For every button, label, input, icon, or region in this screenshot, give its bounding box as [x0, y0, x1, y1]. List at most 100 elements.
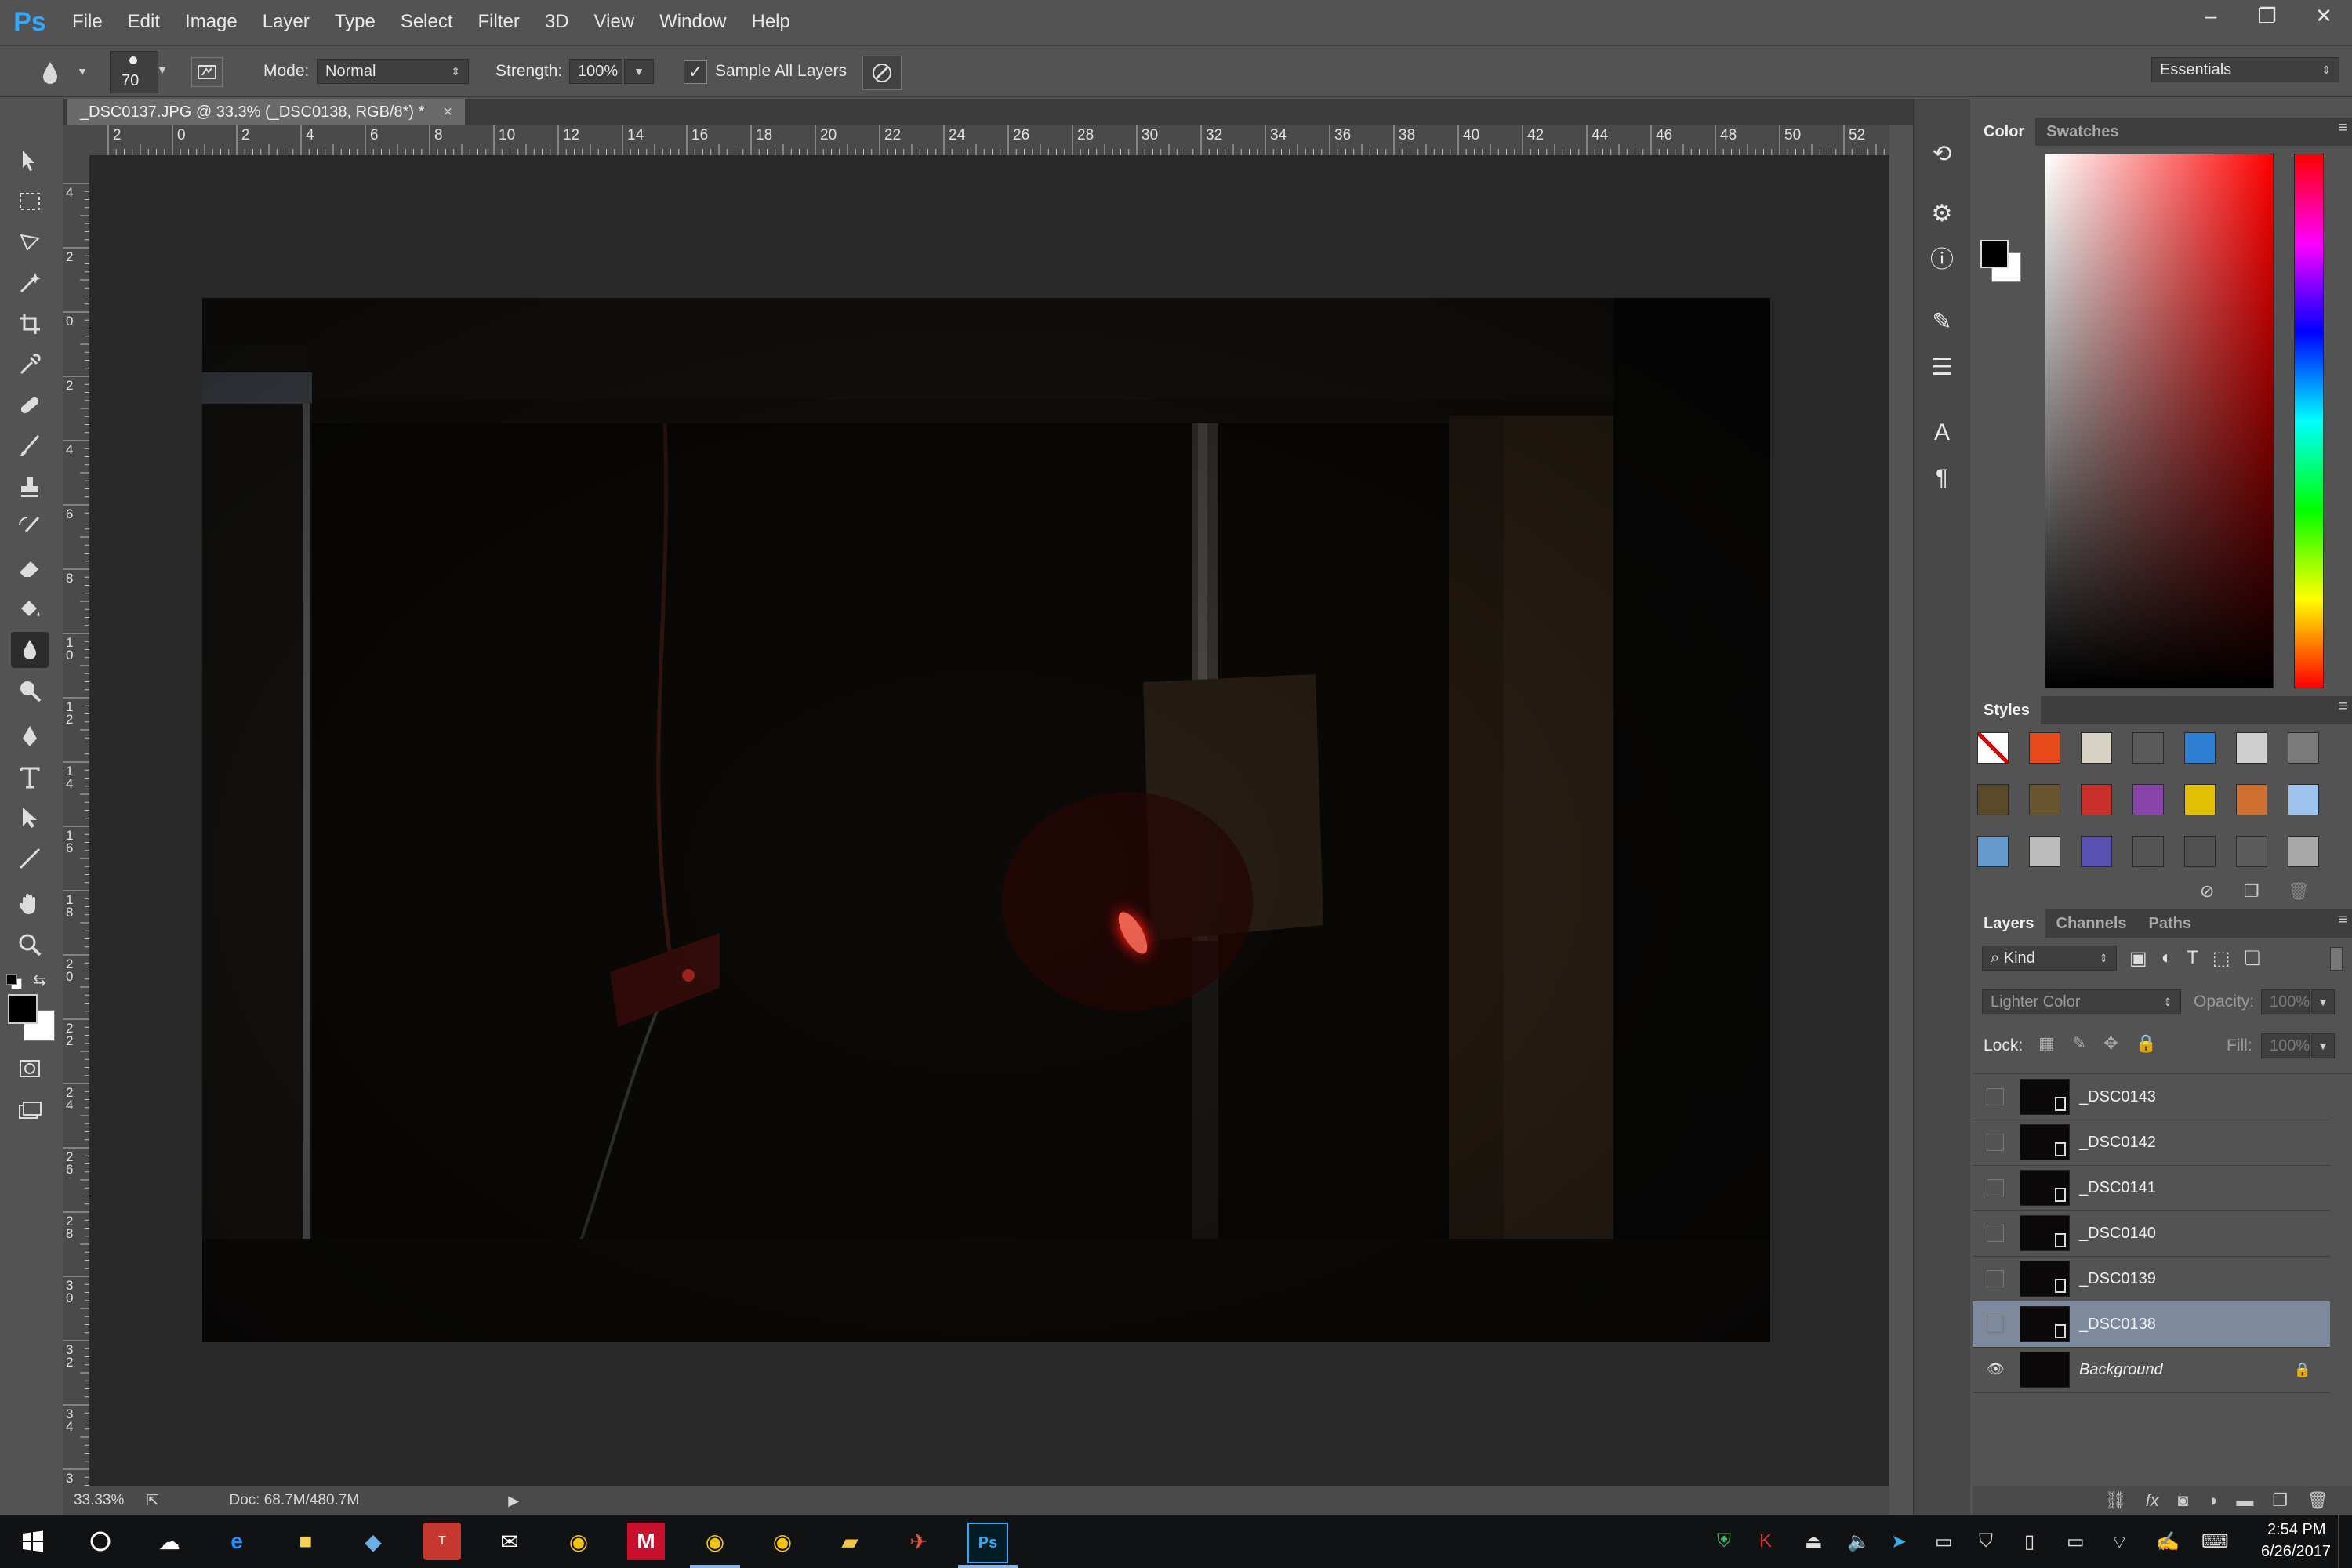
menu-edit[interactable]: Edit	[115, 0, 172, 44]
eraser-tool-icon[interactable]	[11, 550, 49, 586]
color-foreground-swatch[interactable]	[1980, 240, 2009, 268]
panel-menu-icon[interactable]: ≡	[2338, 119, 2347, 137]
telegram-tray-icon[interactable]: ➤	[1891, 1530, 1907, 1553]
fx-icon[interactable]: fx	[2146, 1490, 2159, 1511]
close-button[interactable]: ✕	[2296, 0, 2352, 31]
menu-image[interactable]: Image	[172, 0, 250, 44]
visibility-toggle[interactable]	[1987, 1179, 2004, 1196]
menu-window[interactable]: Window	[647, 0, 739, 44]
mail-icon[interactable]: ✉	[491, 1523, 528, 1560]
adjustment-layer-icon[interactable]: ◑	[2207, 1490, 2217, 1511]
tab-layers[interactable]: Layers	[1973, 909, 2045, 938]
antivirus-tray-icon[interactable]: K	[1759, 1530, 1772, 1552]
onedrive-icon[interactable]: ☁	[151, 1523, 188, 1560]
style-swatch[interactable]	[2081, 732, 2112, 764]
delete-layer-icon[interactable]: 🗑	[2307, 1490, 2328, 1511]
link-layers-icon[interactable]: ⛓	[2105, 1490, 2127, 1511]
filter-type-icon[interactable]: T	[2187, 947, 2198, 970]
style-swatch[interactable]	[2184, 784, 2216, 815]
style-swatch[interactable]	[2288, 784, 2319, 815]
filter-shape-icon[interactable]: ⬚	[2212, 947, 2230, 970]
tab-color[interactable]: Color	[1973, 118, 2036, 146]
menu-help[interactable]: Help	[739, 0, 803, 44]
chrome-icon[interactable]: ◉	[560, 1523, 597, 1560]
tab-styles[interactable]: Styles	[1973, 696, 2041, 724]
opacity-input[interactable]: 100%	[2261, 989, 2310, 1014]
character-panel-icon[interactable]: A	[1925, 416, 1959, 450]
hand-tool-icon[interactable]	[11, 886, 49, 922]
style-swatch[interactable]	[2288, 732, 2319, 764]
visibility-toggle[interactable]	[1987, 1088, 2004, 1105]
show-desktop-button[interactable]	[2338, 1515, 2352, 1568]
app-icon[interactable]: ✈	[900, 1523, 938, 1560]
style-swatch[interactable]	[2081, 784, 2112, 815]
delete-style-icon[interactable]: 🗑	[2288, 881, 2310, 902]
document-image[interactable]	[202, 298, 1770, 1342]
layer-row[interactable]: _DSC0143	[1973, 1074, 2330, 1120]
style-swatch[interactable]	[2029, 732, 2060, 764]
layer-row[interactable]: _DSC0140	[1973, 1210, 2330, 1257]
eyedropper-tool-icon[interactable]	[11, 347, 49, 383]
layer-row[interactable]: _DSC0141	[1973, 1165, 2330, 1211]
style-swatch[interactable]	[2029, 836, 2060, 867]
move-tool-icon[interactable]	[11, 143, 49, 179]
restore-button[interactable]: ❐	[2239, 0, 2296, 31]
style-swatch[interactable]	[2236, 732, 2267, 764]
app-icon[interactable]: ◆	[354, 1523, 392, 1560]
style-swatch[interactable]	[1977, 784, 2009, 815]
chrome-icon[interactable]: ◉	[696, 1523, 734, 1560]
paragraph-panel-icon[interactable]: ¶	[1925, 461, 1959, 495]
line-tool-icon[interactable]	[11, 840, 49, 877]
mode-select[interactable]: Normal ⇕	[317, 59, 469, 84]
style-swatch[interactable]	[2029, 784, 2060, 815]
lock-position-icon[interactable]: ✥	[2103, 1033, 2118, 1054]
blend-mode-select[interactable]: Lighter Color ⇕	[1982, 989, 2181, 1014]
path-selection-tool-icon[interactable]	[11, 800, 49, 836]
screen-mode-icon[interactable]	[11, 1093, 49, 1129]
visibility-toggle[interactable]	[1987, 1316, 2004, 1333]
new-group-icon[interactable]: ▬	[2236, 1490, 2253, 1511]
style-swatch[interactable]	[1977, 836, 2009, 867]
strength-dropdown-icon[interactable]: ▼	[624, 59, 654, 84]
style-swatch[interactable]	[2184, 732, 2216, 764]
volume-tray-icon[interactable]: 🔈	[1847, 1530, 1871, 1553]
menu-filter[interactable]: Filter	[466, 0, 532, 44]
security-tray-icon[interactable]: ⛨	[1717, 1530, 1731, 1552]
style-swatch[interactable]	[2081, 836, 2112, 867]
pen-tool-icon[interactable]	[11, 718, 49, 754]
style-swatch[interactable]	[2132, 836, 2164, 867]
clone-stamp-tool-icon[interactable]	[11, 469, 49, 505]
visibility-toggle[interactable]	[1987, 1270, 2004, 1287]
add-mask-icon[interactable]: ◙	[2178, 1490, 2188, 1511]
opacity-dropdown-icon[interactable]: ▼	[2311, 989, 2335, 1014]
brush-tool-icon[interactable]	[11, 428, 49, 464]
filter-adjustment-icon[interactable]: ◐	[2161, 947, 2173, 970]
file-explorer-icon[interactable]: ▰	[831, 1523, 869, 1560]
mcafee-icon[interactable]: M	[627, 1523, 665, 1560]
eye-icon[interactable]: 👁	[1987, 1361, 2005, 1378]
layer-row[interactable]: _DSC0142	[1973, 1120, 2330, 1166]
foreground-color-swatch[interactable]	[8, 994, 38, 1024]
keyboard-tray-icon[interactable]: ⌨	[2201, 1530, 2229, 1553]
usb-tray-icon[interactable]: ⏏	[1805, 1530, 1823, 1553]
workspace-select[interactable]: Essentials ⇕	[2151, 57, 2339, 82]
windows-start-icon[interactable]	[14, 1523, 52, 1560]
clear-style-icon[interactable]: ⊘	[2200, 881, 2214, 902]
fill-input[interactable]: 100%	[2261, 1033, 2310, 1058]
chrome-icon[interactable]: ◉	[764, 1523, 801, 1560]
tab-channels[interactable]: Channels	[2045, 909, 2138, 938]
paint-bucket-tool-icon[interactable]	[11, 591, 49, 627]
menu-view[interactable]: View	[582, 0, 648, 44]
new-layer-icon[interactable]: ❐	[2272, 1490, 2288, 1511]
status-menu-arrow-icon[interactable]: ▶	[508, 1493, 519, 1509]
visibility-toggle[interactable]	[1987, 1134, 2004, 1151]
style-swatch[interactable]	[2288, 836, 2319, 867]
zoom-level[interactable]: 33.33%	[74, 1492, 124, 1509]
layer-row[interactable]: _DSC0138	[1973, 1301, 2330, 1348]
phone-tray-icon[interactable]: ▯	[2024, 1530, 2034, 1553]
tab-swatches[interactable]: Swatches	[2035, 118, 2129, 146]
brush-size-picker[interactable]: 70	[110, 51, 158, 93]
photoshop-taskbar-icon[interactable]: Ps	[967, 1523, 1008, 1563]
lock-transparent-icon[interactable]: ▦	[2038, 1033, 2055, 1054]
new-style-icon[interactable]: ❐	[2244, 881, 2259, 902]
